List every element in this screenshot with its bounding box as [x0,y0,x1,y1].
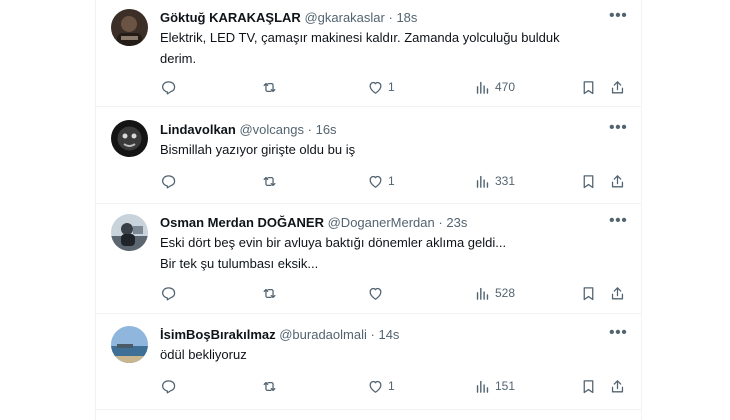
like-button[interactable]: 1 [367,77,395,97]
separator: · [307,122,312,137]
share-button[interactable] [609,171,626,191]
avatar[interactable] [111,214,148,251]
views-icon [476,287,489,300]
share-icon [611,174,624,187]
display-name[interactable]: Lindavolkan [160,122,236,137]
tweet-text: Bismillah yazıyor girişte oldu bu iş [160,142,356,157]
bookmark-icon [583,379,594,393]
display-name[interactable]: Osman Merdan DOĞANER [160,215,324,230]
like-count: 1 [388,174,395,188]
views-icon [476,380,489,393]
views-button[interactable]: 331 [474,171,515,191]
tweet-text: Eski dört beş evin bir avluya baktığı dö… [160,235,507,271]
views-icon [476,81,489,94]
like-button[interactable] [367,283,388,303]
timeline: Göktuğ KARAKAŞLAR @gkarakaslar · 18s •••… [95,0,642,420]
bookmark-button[interactable] [580,283,597,303]
share-icon [611,286,624,299]
avatar[interactable] [111,326,148,363]
bookmark-icon [583,80,594,94]
tweet[interactable]: Osman Merdan DOĞANER @DoganerMerdan · 23… [96,204,641,314]
tweet-text: Elektrik, LED TV, çamaşır makinesi kaldı… [160,30,560,66]
user-handle[interactable]: @volcangs [239,122,304,137]
timestamp[interactable]: 14s [378,327,399,342]
heart-icon [369,380,382,393]
share-icon [611,379,624,392]
reply-icon [161,379,176,394]
tweet-header: İsimBoşBırakılmaz @buradaolmali · 14s [160,327,399,343]
retweet-button[interactable] [261,283,278,303]
retweet-icon [263,82,276,92]
retweet-button[interactable] [261,376,278,396]
share-button[interactable] [609,376,626,396]
reply-button[interactable] [160,376,177,396]
timestamp[interactable]: 16s [316,122,337,137]
tweet-actions: 1 470 [160,77,630,97]
more-icon[interactable]: ••• [609,325,627,343]
views-icon [476,175,489,188]
reply-button[interactable] [160,171,177,191]
tweet-actions: 1 151 [160,376,630,396]
retweet-button[interactable] [261,171,278,191]
view-count: 151 [495,379,516,393]
user-handle[interactable]: @gkarakaslar [304,10,384,25]
share-button[interactable] [609,283,626,303]
separator: · [370,327,375,342]
tweet-header: Osman Merdan DOĞANER @DoganerMerdan · 23… [160,215,467,231]
like-count: 1 [388,80,395,94]
like-button[interactable]: 1 [367,171,395,191]
tweet[interactable]: İsimBoşBırakılmaz @buradaolmali · 14s ••… [96,314,641,410]
user-handle[interactable]: @DoganerMerdan [328,215,435,230]
tweet-header: Lindavolkan @volcangs · 16s [160,122,337,138]
display-name[interactable]: İsimBoşBırakılmaz [160,327,276,342]
tweet-text: ödül bekliyoruz [160,347,247,362]
tweet[interactable]: Lindavolkan @volcangs · 16s ••• Bismilla… [96,107,641,204]
tweet[interactable]: Göktuğ KARAKAŞLAR @gkarakaslar · 18s •••… [96,0,641,107]
bookmark-icon [583,286,594,300]
bookmark-button[interactable] [580,77,597,97]
view-count: 470 [495,80,516,94]
bookmark-button[interactable] [580,171,597,191]
heart-icon [369,175,382,188]
views-button[interactable]: 470 [474,77,515,97]
heart-icon [369,287,382,300]
reply-icon [161,286,176,301]
tweet-actions: 528 [160,283,630,303]
retweet-icon [263,381,276,391]
heart-icon [369,81,382,94]
reply-icon [161,174,176,189]
more-icon[interactable]: ••• [609,213,627,231]
reply-button[interactable] [160,77,177,97]
views-button[interactable]: 528 [474,283,515,303]
reply-icon [161,80,176,95]
timestamp[interactable]: 18s [396,10,417,25]
reply-button[interactable] [160,283,177,303]
more-icon[interactable]: ••• [609,120,627,138]
like-count: 1 [388,379,395,393]
share-button[interactable] [609,77,626,97]
share-icon [611,80,624,93]
separator: · [388,10,393,25]
avatar[interactable] [111,9,148,46]
timestamp[interactable]: 23s [446,215,467,230]
views-button[interactable]: 151 [474,376,515,396]
tweet-actions: 1 331 [160,171,630,191]
retweet-icon [263,176,276,186]
bookmark-button[interactable] [580,376,597,396]
view-count: 331 [495,174,516,188]
view-count: 528 [495,286,516,300]
display-name[interactable]: Göktuğ KARAKAŞLAR [160,10,301,25]
retweet-button[interactable] [261,77,278,97]
tweet-header: Göktuğ KARAKAŞLAR @gkarakaslar · 18s [160,10,417,26]
separator: · [438,215,443,230]
avatar[interactable] [111,120,148,157]
more-icon[interactable]: ••• [609,8,627,26]
bookmark-icon [583,174,594,188]
like-button[interactable]: 1 [367,376,395,396]
retweet-icon [263,288,276,298]
user-handle[interactable]: @buradaolmali [279,327,367,342]
